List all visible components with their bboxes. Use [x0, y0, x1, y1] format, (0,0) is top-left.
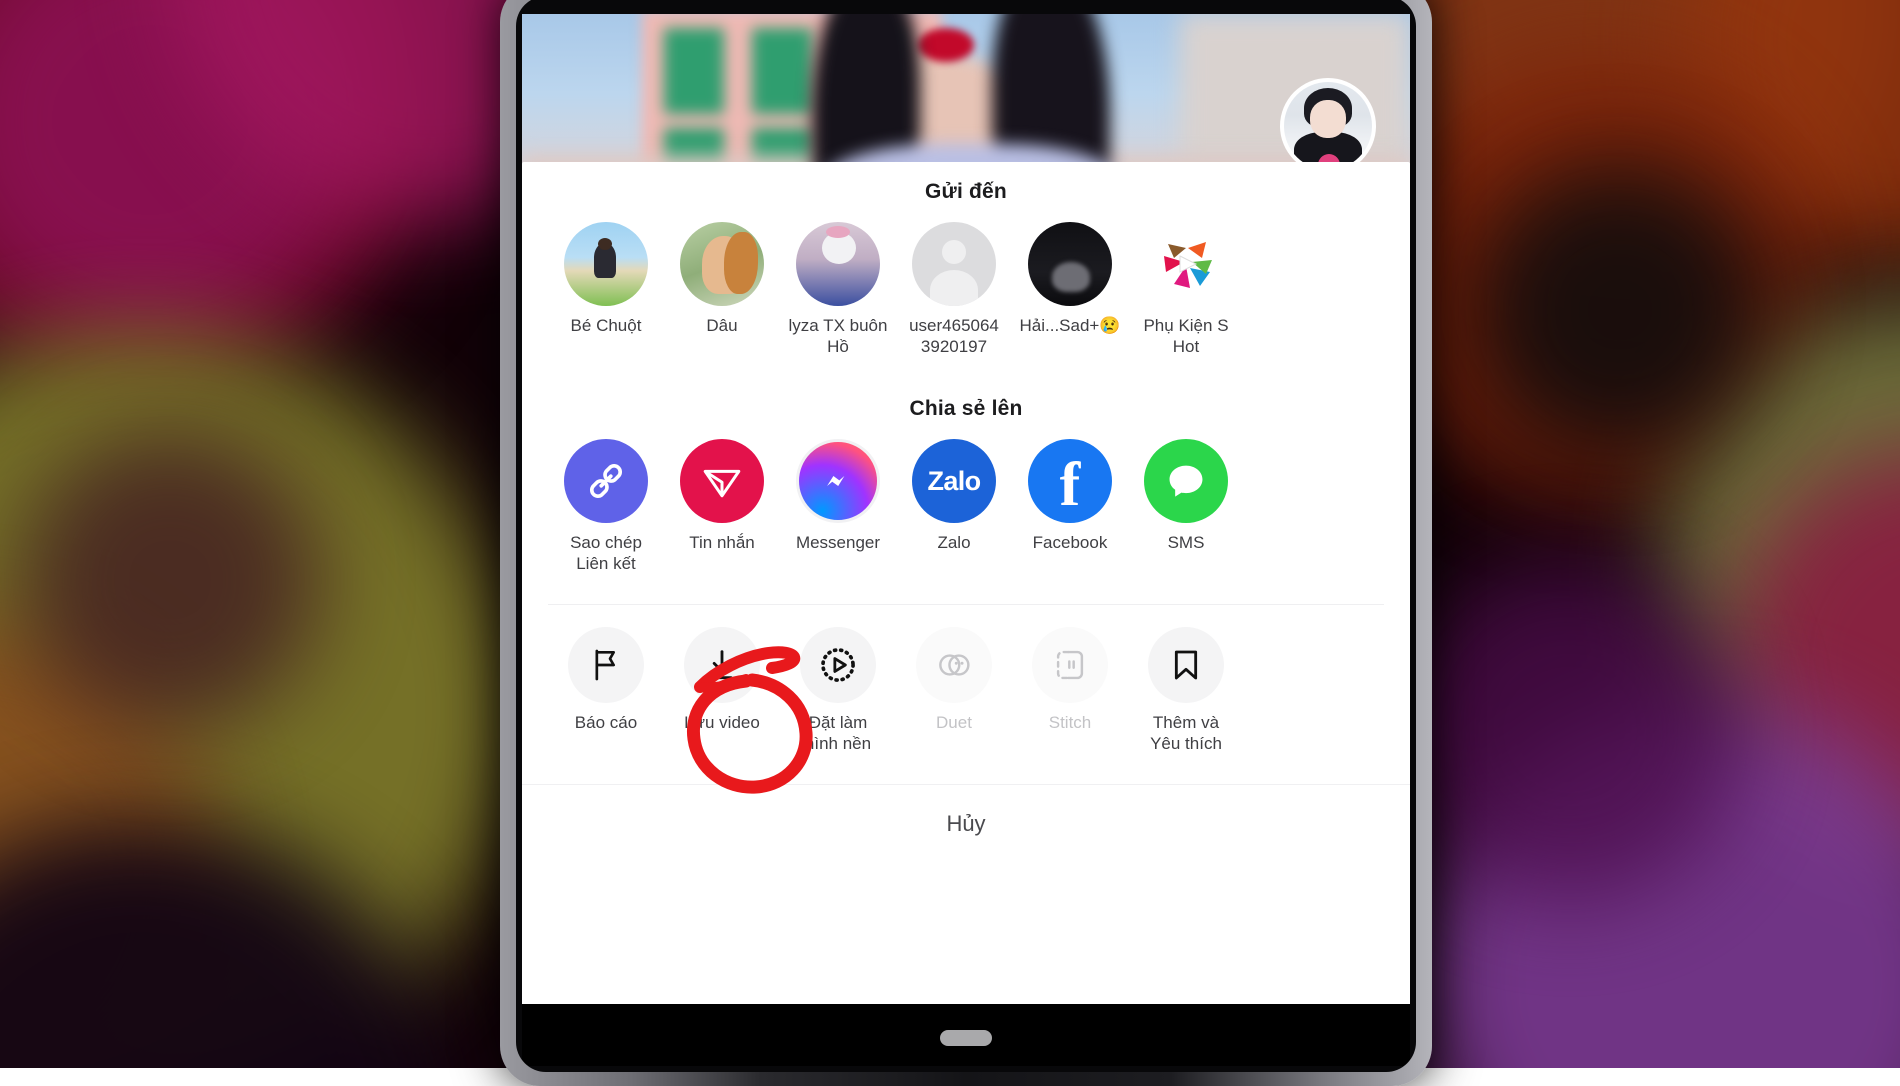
share-apps-row: Sao chép Liên kết Tin nhắn — [522, 439, 1410, 574]
action-stitch[interactable]: Stitch — [1012, 627, 1128, 754]
contact-label: Phụ Kiện S Hot — [1143, 315, 1228, 357]
action-duet[interactable]: Duet — [896, 627, 1012, 754]
contact-label: user465064 3920197 — [909, 315, 999, 357]
phone-device-frame: Gửi đến Bé Chuột Dâu lyza TX buôn Hồ — [500, 0, 1432, 1086]
share-app-label: Zalo — [937, 532, 970, 553]
contact-label: Hải...Sad+😢 — [1019, 315, 1120, 336]
phone-bezel: Gửi đến Bé Chuột Dâu lyza TX buôn Hồ — [516, 0, 1416, 1072]
bookmark-icon — [1148, 627, 1224, 703]
action-report[interactable]: Báo cáo — [548, 627, 664, 754]
share-app-direct-message[interactable]: Tin nhắn — [664, 439, 780, 574]
bokeh-circle — [20, 430, 320, 730]
send-plane-icon — [680, 439, 764, 523]
share-app-label: SMS — [1168, 532, 1205, 553]
cancel-button[interactable]: Hủy — [522, 785, 1410, 837]
actions-row: Báo cáo Lưu video — [522, 627, 1410, 754]
share-sheet: Gửi đến Bé Chuột Dâu lyza TX buôn Hồ — [522, 162, 1410, 1004]
share-to-title: Chia sẻ lên — [522, 397, 1410, 421]
profile-avatar[interactable] — [1280, 78, 1376, 174]
building-window — [752, 28, 812, 114]
zalo-icon: Zalo — [912, 439, 996, 523]
contact-item-4[interactable]: Hải...Sad+😢 — [1012, 222, 1128, 357]
avatar-face — [1310, 100, 1346, 138]
send-to-title: Gửi đến — [522, 180, 1410, 204]
android-navigation-bar — [522, 1004, 1410, 1066]
contact-item-5[interactable]: Phụ Kiện S Hot — [1128, 222, 1244, 357]
action-label: Lưu video — [684, 712, 760, 733]
baby-photo-avatar-icon — [796, 222, 880, 306]
contact-label: lyza TX buôn Hồ — [789, 315, 888, 357]
bokeh-circle — [1470, 160, 1770, 460]
flag-icon — [568, 627, 644, 703]
contact-label: Bé Chuột — [571, 315, 642, 336]
video-person-lips — [918, 28, 974, 62]
bokeh-circle — [1400, 560, 1740, 900]
share-app-label: Tin nhắn — [689, 532, 755, 553]
share-app-zalo[interactable]: Zalo Zalo — [896, 439, 1012, 574]
action-set-wallpaper[interactable]: Đặt làm hình nền — [780, 627, 896, 754]
dark-photo-avatar-icon — [1028, 222, 1112, 306]
action-label: Thêm và Yêu thích — [1150, 712, 1222, 754]
contact-item-2[interactable]: lyza TX buôn Hồ — [780, 222, 896, 357]
share-app-sms[interactable]: SMS — [1128, 439, 1244, 574]
link-icon — [564, 439, 648, 523]
contact-label: Dâu — [706, 315, 737, 336]
action-add-favorites[interactable]: Thêm và Yêu thích — [1128, 627, 1244, 754]
action-label: Duet — [936, 712, 972, 733]
facebook-wordmark: f — [1060, 456, 1081, 514]
download-icon — [684, 627, 760, 703]
wallpaper-play-icon — [800, 627, 876, 703]
building-window — [664, 28, 724, 114]
default-person-avatar-icon — [912, 222, 996, 306]
action-label: Báo cáo — [575, 712, 637, 733]
action-label: Đặt làm hình nền — [805, 712, 871, 754]
phone-screen: Gửi đến Bé Chuột Dâu lyza TX buôn Hồ — [522, 14, 1410, 1066]
contact-item-1[interactable]: Dâu — [664, 222, 780, 357]
zalo-wordmark: Zalo — [927, 466, 980, 497]
share-app-label: Facebook — [1033, 532, 1108, 553]
share-app-facebook[interactable]: f Facebook — [1012, 439, 1128, 574]
girl-photo-avatar-icon — [680, 222, 764, 306]
action-save-video[interactable]: Lưu video — [664, 627, 780, 754]
share-app-messenger[interactable]: Messenger — [780, 439, 896, 574]
messenger-icon — [796, 439, 880, 523]
stitch-icon — [1032, 627, 1108, 703]
contact-item-0[interactable]: Bé Chuột — [548, 222, 664, 357]
home-pill-icon[interactable] — [940, 1030, 992, 1046]
avatar-image — [1284, 82, 1372, 170]
contact-item-3[interactable]: user465064 3920197 — [896, 222, 1012, 357]
share-app-label: Messenger — [796, 532, 880, 553]
beach-photo-avatar-icon — [564, 222, 648, 306]
send-to-contacts-row: Bé Chuột Dâu lyza TX buôn Hồ user465064 … — [522, 222, 1410, 357]
share-app-copy-link[interactable]: Sao chép Liên kết — [548, 439, 664, 574]
action-label: Stitch — [1049, 712, 1092, 733]
pinwheel-logo-avatar-icon — [1144, 222, 1228, 306]
facebook-icon: f — [1028, 439, 1112, 523]
sms-bubble-icon — [1144, 439, 1228, 523]
duet-icon — [916, 627, 992, 703]
divider — [548, 604, 1384, 605]
share-app-label: Sao chép Liên kết — [570, 532, 642, 574]
